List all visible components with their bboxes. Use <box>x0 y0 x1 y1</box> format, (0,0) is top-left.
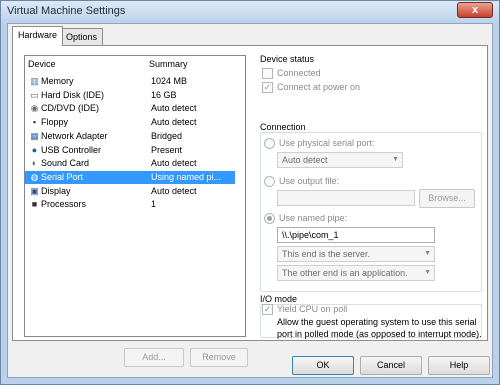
tab-options-label: Options <box>66 32 98 42</box>
window-title: Virtual Machine Settings <box>7 5 126 17</box>
device-summary: Using named pi... <box>151 171 222 182</box>
chevron-down-icon: ▼ <box>392 156 399 163</box>
device-status-title: Device status <box>260 54 315 64</box>
ok-button[interactable]: OK <box>292 356 354 375</box>
checkmark-icon: ✓ <box>263 304 272 314</box>
device-row-sound-card[interactable]: ◐ Sound Card Auto detect <box>25 157 235 170</box>
yield-cpu-checkbox[interactable]: ✓ <box>262 304 273 315</box>
chevron-down-icon: ▼ <box>424 269 431 276</box>
named-pipe-radio[interactable] <box>264 213 275 224</box>
device-summary: Auto detect <box>151 117 197 128</box>
physical-port-label: Use physical serial port: <box>279 138 375 148</box>
io-mode-description: Allow the guest operating system to use … <box>277 317 482 339</box>
end-role-select[interactable]: This end is the server. ▼ <box>277 246 435 262</box>
named-pipe-label: Use named pipe: <box>279 213 348 223</box>
memory-icon: ▥ <box>30 76 39 86</box>
device-name: Network Adapter <box>41 130 108 141</box>
device-name: CD/DVD (IDE) <box>41 103 99 114</box>
device-name: Processors <box>41 199 87 210</box>
device-name: Sound Card <box>41 158 90 169</box>
display-icon: ▣ <box>30 185 39 196</box>
browse-button[interactable]: Browse... <box>419 189 475 208</box>
device-row-memory[interactable]: ▥ Memory 1024 MB <box>25 75 235 88</box>
device-summary: Auto detect <box>151 185 197 196</box>
end-role-value: This end is the server. <box>282 249 371 259</box>
other-end-value: The other end is an application. <box>282 268 408 278</box>
hardware-panel: Device Summary ▥ Memory 1024 MB ▭ Hard Disk … <box>12 45 488 367</box>
close-icon: x <box>471 4 479 16</box>
device-row-display[interactable]: ▣ Display Auto detect <box>25 185 235 198</box>
device-summary: Auto detect <box>151 158 197 169</box>
pipe-name-input[interactable]: \\.\pipe\com_1 <box>277 227 435 243</box>
chevron-down-icon: ▼ <box>424 250 431 257</box>
device-summary: 1 <box>151 199 157 210</box>
device-name: USB Controller <box>41 144 102 155</box>
device-row-hard-disk-ide[interactable]: ▭ Hard Disk (IDE) 16 GB <box>25 89 235 102</box>
title-bar[interactable]: Virtual Machine Settings x <box>1 1 499 23</box>
device-summary: 1024 MB <box>151 76 188 86</box>
settings-window: Virtual Machine Settings x Hardware Opti… <box>0 0 500 385</box>
column-header-device: Device <box>28 59 56 69</box>
add-device-button[interactable]: Add... <box>124 348 184 367</box>
floppy-icon: ▪ <box>32 117 37 128</box>
serial-port-icon: ◍ <box>30 171 39 182</box>
io-mode-title: I/O mode <box>260 294 298 304</box>
network-adapter-icon: ▦ <box>30 130 39 141</box>
physical-port-radio[interactable] <box>264 138 275 149</box>
dialog-client: Hardware Options Device Summary ▥ Memory 1… <box>7 23 493 378</box>
connect-at-power-on-label: Connect at power on <box>277 82 361 92</box>
remove-device-button[interactable]: Remove <box>190 348 248 367</box>
device-name: Serial Port <box>41 171 84 182</box>
column-header-summary: Summary <box>149 59 188 69</box>
device-name: Display <box>41 185 71 196</box>
device-row-cd-dvd-ide[interactable]: ◉ CD/DVD (IDE) Auto detect <box>25 102 235 115</box>
device-row-floppy[interactable]: ▪ Floppy Auto detect <box>25 116 235 129</box>
device-name: Floppy <box>41 117 69 128</box>
connect-at-power-on-checkbox[interactable]: ✓ <box>262 82 273 93</box>
device-name: Memory <box>41 76 74 86</box>
connected-checkbox[interactable] <box>262 68 273 79</box>
close-button[interactable]: x <box>457 2 493 18</box>
help-button[interactable]: Help <box>428 356 490 375</box>
tab-options[interactable]: Options <box>60 28 104 45</box>
device-list[interactable]: Device Summary ▥ Memory 1024 MB ▭ Hard Disk … <box>24 55 246 337</box>
device-name: Hard Disk (IDE) <box>41 89 105 100</box>
device-summary: Auto detect <box>151 103 197 114</box>
physical-port-select[interactable]: Auto detect ▼ <box>277 152 403 168</box>
device-row-usb-controller[interactable]: ● USB Controller Present <box>25 144 235 157</box>
cancel-button[interactable]: Cancel <box>360 356 422 375</box>
usb-icon: ● <box>31 144 38 155</box>
tab-hardware[interactable]: Hardware <box>12 26 64 46</box>
output-file-radio[interactable] <box>264 176 275 187</box>
device-summary: 16 GB <box>151 89 177 100</box>
device-summary: Present <box>151 144 183 155</box>
connected-label: Connected <box>277 68 321 78</box>
checkmark-icon: ✓ <box>263 82 272 92</box>
other-end-select[interactable]: The other end is an application. ▼ <box>277 265 435 281</box>
device-row-processors[interactable]: ■ Processors 1 <box>25 198 235 211</box>
device-row-network-adapter[interactable]: ▦ Network Adapter Bridged <box>25 130 235 143</box>
hard-disk-icon: ▭ <box>30 89 39 100</box>
connection-title: Connection <box>260 122 306 132</box>
processors-icon: ■ <box>31 199 38 210</box>
tab-hardware-label: Hardware <box>18 30 58 40</box>
device-summary: Bridged <box>151 130 183 141</box>
output-file-input[interactable] <box>277 190 415 206</box>
cd-dvd-icon: ◉ <box>30 103 39 114</box>
device-row-serial-port[interactable]: ◍ Serial Port Using named pi... <box>25 170 235 184</box>
sound-card-icon: ◐ <box>31 158 38 169</box>
yield-cpu-label: Yield CPU on poll <box>277 304 348 314</box>
physical-port-value: Auto detect <box>282 155 328 165</box>
output-file-label: Use output file: <box>279 176 340 186</box>
